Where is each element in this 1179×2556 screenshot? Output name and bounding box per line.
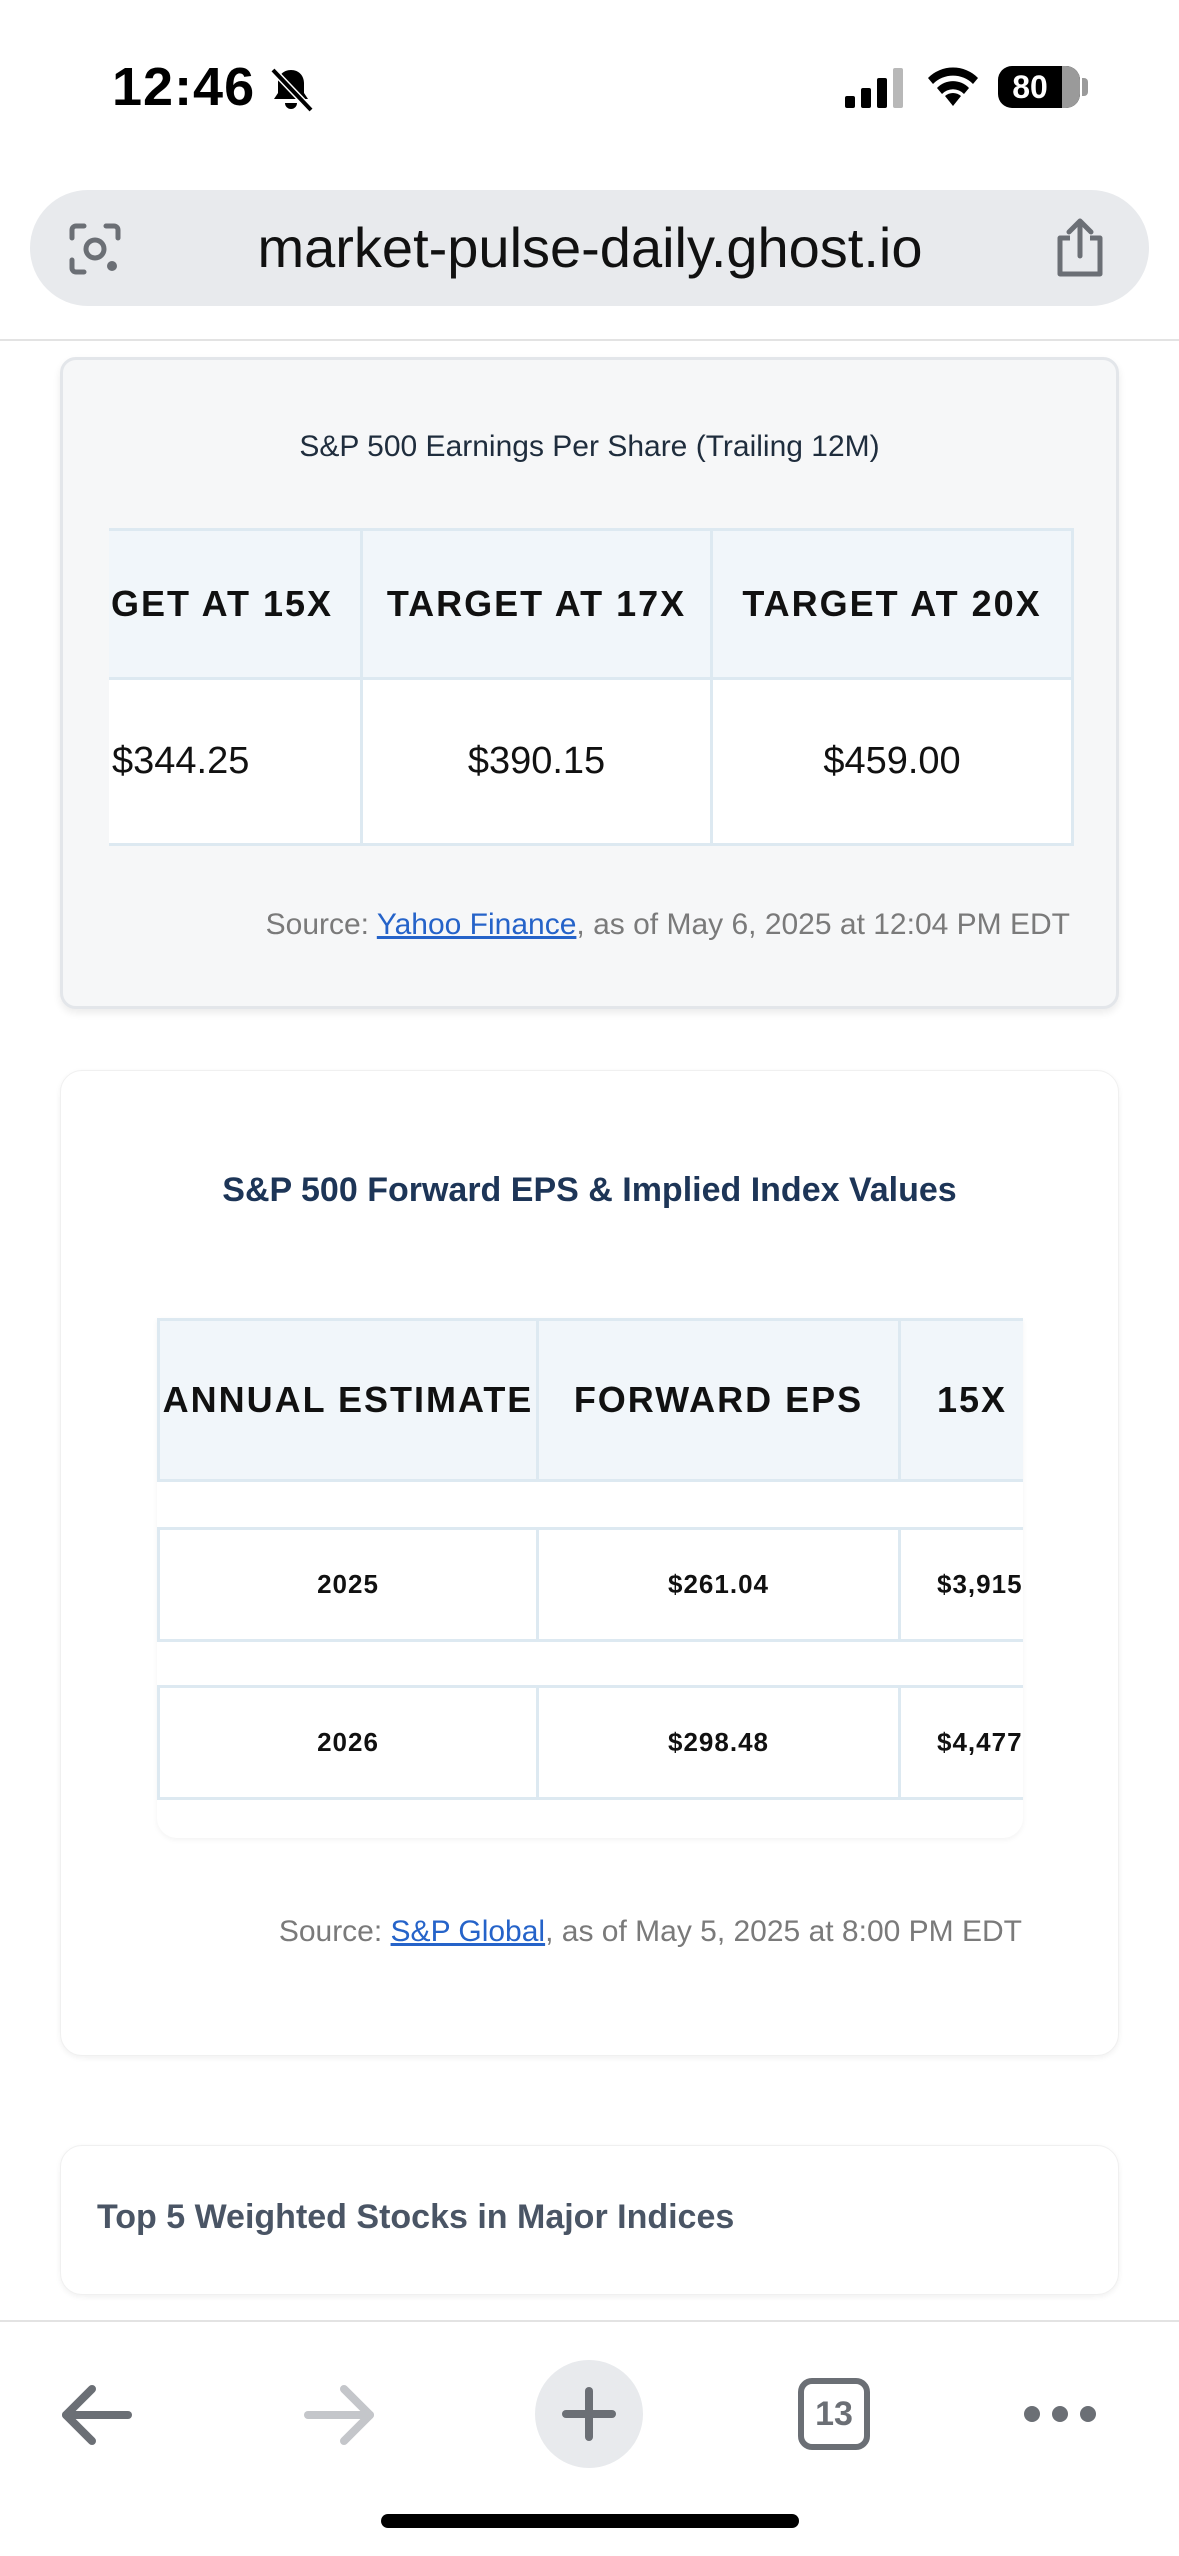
silent-bell-icon <box>270 67 314 113</box>
battery-indicator: 80 <box>998 66 1080 108</box>
table-header-cell: 15X <box>898 1318 1023 1482</box>
trailing-eps-table[interactable]: RGET AT 15X TARGET AT 17X TARGET AT 20X … <box>109 528 1074 846</box>
lens-search-icon[interactable] <box>66 220 124 278</box>
new-tab-button[interactable] <box>535 2360 643 2468</box>
forward-eps-table[interactable]: ANNUAL ESTIMATE FORWARD EPS 15X 2025 $26… <box>157 1318 1023 1838</box>
source-link[interactable]: Yahoo Finance <box>377 908 577 941</box>
tab-switcher-button[interactable]: 13 <box>798 2378 870 2450</box>
table-header-cell: FORWARD EPS <box>536 1318 901 1482</box>
table-header-cell: TARGET AT 20X <box>710 528 1074 680</box>
status-time: 12:46 <box>112 57 256 117</box>
table-cell: $344.25 <box>109 677 363 846</box>
table-cell: 2026 <box>157 1685 539 1800</box>
plus-icon <box>562 2387 616 2441</box>
wifi-icon <box>928 67 978 106</box>
table-header-cell: ANNUAL ESTIMATE <box>157 1318 539 1482</box>
table-cell: $3,915 <box>898 1527 1023 1642</box>
battery-percent: 80 <box>1012 69 1048 105</box>
trailing-eps-card: S&P 500 Earnings Per Share (Trailing 12M… <box>60 357 1119 1009</box>
table-cell: $261.04 <box>536 1527 901 1642</box>
source-note: Source: S&P Global, as of May 5, 2025 at… <box>279 1915 1022 1949</box>
source-suffix: , as of May 6, 2025 at 12:04 PM EDT <box>576 908 1070 941</box>
address-bar-divider <box>0 339 1179 341</box>
table-cell: 2025 <box>157 1527 539 1642</box>
back-arrow-icon[interactable] <box>58 2382 134 2448</box>
table-cell: $459.00 <box>710 677 1074 846</box>
source-link[interactable]: S&P Global <box>391 1915 546 1948</box>
source-suffix: , as of May 5, 2025 at 8:00 PM EDT <box>545 1915 1022 1948</box>
card-title: S&P 500 Earnings Per Share (Trailing 12M… <box>299 430 880 463</box>
address-bar[interactable]: market-pulse-daily.ghost.io <box>30 190 1149 306</box>
share-icon[interactable] <box>1050 216 1110 280</box>
more-options-icon[interactable] <box>1022 2396 1098 2432</box>
cellular-signal-icon <box>845 68 903 108</box>
table-cell: $390.15 <box>360 677 713 846</box>
forward-eps-card: S&P 500 Forward EPS & Implied Index Valu… <box>60 1070 1119 2056</box>
card-title: S&P 500 Forward EPS & Implied Index Valu… <box>222 1171 957 1209</box>
source-prefix: Source: <box>278 1915 391 1948</box>
source-prefix: Source: <box>265 908 377 941</box>
table-header-cell: TARGET AT 17X <box>360 528 713 680</box>
table-cell: $298.48 <box>536 1685 901 1800</box>
table-cell: $4,477 <box>898 1685 1023 1800</box>
status-bar: 12:46 80 <box>0 0 1179 170</box>
source-note: Source: Yahoo Finance, as of May 6, 2025… <box>266 908 1070 942</box>
battery-tip <box>1082 78 1088 96</box>
table-header-cell: RGET AT 15X <box>109 528 363 680</box>
url-text[interactable]: market-pulse-daily.ghost.io <box>150 190 1030 306</box>
forward-arrow-icon[interactable] <box>302 2382 378 2448</box>
card-title: Top 5 Weighted Stocks in Major Indices <box>97 2198 735 2236</box>
home-indicator <box>381 2514 799 2528</box>
top5-stocks-card[interactable]: Top 5 Weighted Stocks in Major Indices <box>60 2145 1119 2295</box>
